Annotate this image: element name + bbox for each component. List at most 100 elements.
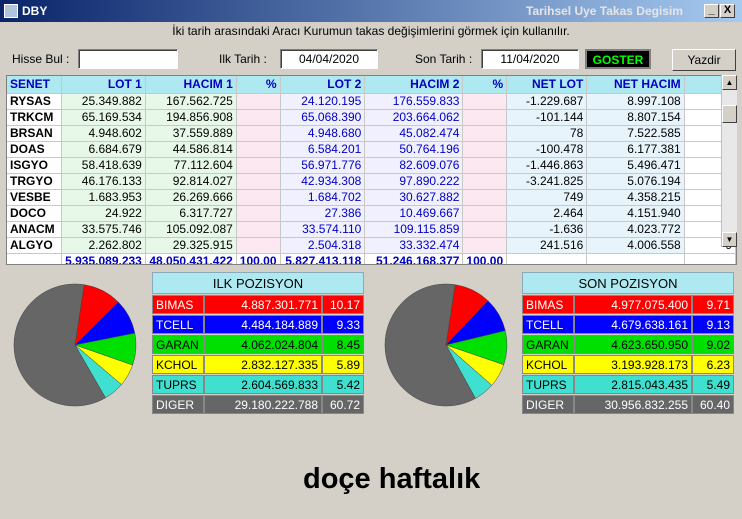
stock-name: TCELL (522, 315, 574, 334)
table-row[interactable]: DOAS 6.684.679 44.586.814 6.584.201 50.764.1… (7, 141, 736, 158)
stock-percent: 9.71 (692, 295, 734, 314)
total-cell: 5.935.089.233 (61, 253, 146, 264)
table-cell: 4.358.215 (586, 189, 685, 206)
stock-value: 2.604.569.833 (204, 375, 322, 394)
column-header[interactable]: LOT 2 (280, 76, 366, 94)
stock-value: 4.623.650.950 (574, 335, 692, 354)
minimize-button[interactable]: _ (704, 4, 719, 18)
son-pozisyon-row: GARAN 4.623.650.950 9.02 (522, 335, 734, 354)
table-cell: 58.418.639 (61, 157, 146, 174)
table-cell: 37.559.889 (145, 125, 237, 142)
table-cell: 4.151.940 (586, 205, 685, 222)
table-cell: VESBE (7, 189, 63, 206)
stock-value: 4.679.638.161 (574, 315, 692, 334)
title-bar[interactable]: DBY Tarihsel Uye Takas Degisim _ X (0, 0, 742, 22)
table-cell: 44.586.814 (145, 141, 237, 158)
stock-percent: 8.45 (322, 335, 364, 354)
caption-text: doçe haftalık (303, 463, 481, 495)
stock-name: TCELL (152, 315, 204, 334)
hisse-search-input[interactable] (78, 49, 178, 69)
table-cell: ISGYO (7, 157, 63, 174)
stock-percent: 60.40 (692, 395, 734, 414)
stock-value: 4.484.184.889 (204, 315, 322, 334)
table-cell: 65.068.390 (280, 109, 366, 126)
column-header[interactable]: % (462, 76, 508, 94)
table-row[interactable]: VESBE 1.683.953 26.269.666 1.684.702 30.627.… (7, 189, 736, 206)
ilk-pozisyon-pie-chart (13, 283, 137, 407)
stock-percent: 5.89 (322, 355, 364, 374)
table-row[interactable]: TRKCM 65.169.534 194.856.908 65.068.390 203.… (7, 109, 736, 126)
table-cell: 4.023.772 (586, 221, 685, 238)
table-cell: 2.504.318 (280, 237, 366, 254)
table-cell: 45.082.474 (364, 125, 464, 142)
table-cell: 4.006.558 (586, 237, 685, 254)
table-cell: 56.971.776 (280, 157, 366, 174)
table-cell: 105.092.087 (145, 221, 237, 238)
scroll-up-icon[interactable]: ▲ (722, 75, 737, 90)
table-cell (462, 237, 508, 254)
son-pozisyon-row: KCHOL 3.193.928.173 6.23 (522, 355, 734, 374)
column-header[interactable]: LOT 1 (61, 76, 146, 94)
table-row[interactable]: DOCO 24.922 6.317.727 27.386 10.469.667 2.464… (7, 205, 736, 222)
totals-row: 5.935.089.233 48.050.431.422 100,00 5.827.4… (7, 253, 736, 264)
table-cell (236, 125, 281, 142)
stock-value: 4.062.024.804 (204, 335, 322, 354)
scroll-down-icon[interactable]: ▼ (722, 232, 737, 247)
close-button[interactable]: X (720, 4, 735, 18)
ilk-pozisyon-row: GARAN 4.062.024.804 8.45 (152, 335, 364, 354)
stock-value: 2.832.127.335 (204, 355, 322, 374)
table-cell: DOCO (7, 205, 63, 222)
son-pozisyon-title: SON POZISYON (522, 272, 734, 294)
ilk-pozisyon-row: TUPRS 2.604.569.833 5.42 (152, 375, 364, 394)
column-header[interactable]: HACIM 2 (364, 76, 464, 94)
total-cell: 5.827.413.118 (280, 253, 366, 264)
table-cell: 4.948.680 (280, 125, 366, 142)
grid-scrollbar[interactable]: ▲ ▼ (721, 75, 737, 247)
table-cell: 24.120.195 (280, 93, 366, 110)
table-row[interactable]: TRGYO 46.176.133 92.814.027 42.934.308 97.89… (7, 173, 736, 190)
table-cell: 109.115.859 (364, 221, 464, 238)
table-cell: 5.076.194 (586, 173, 685, 190)
stock-percent: 60.72 (322, 395, 364, 414)
column-header[interactable]: NET LOT (506, 76, 588, 94)
son-tarih-input[interactable]: 11/04/2020 (481, 49, 579, 69)
column-header[interactable]: NET HACIM (586, 76, 685, 94)
table-cell: 65.169.534 (61, 109, 146, 126)
table-cell (462, 157, 508, 174)
table-cell: 42.934.308 (280, 173, 366, 190)
total-cell: 100,00 (236, 253, 281, 264)
table-cell (236, 141, 281, 158)
table-cell: DOAS (7, 141, 63, 158)
table-cell: 2.464 (506, 205, 588, 222)
stock-name: BIMAS (522, 295, 574, 314)
goster-button[interactable]: GOSTER (585, 49, 651, 69)
stock-value: 30.956.832.255 (574, 395, 692, 414)
column-header[interactable]: SENET (7, 76, 63, 94)
table-cell (236, 93, 281, 110)
table-cell (462, 189, 508, 206)
table-cell (236, 157, 281, 174)
window-subtitle: Tarihsel Uye Takas Degisim (526, 4, 683, 18)
table-row[interactable]: ISGYO 58.418.639 77.112.604 56.971.776 82.60… (7, 157, 736, 174)
stock-value: 4.977.075.400 (574, 295, 692, 314)
info-text: İki tarih arasındaki Aracı Kurumun takas… (172, 24, 570, 38)
table-cell: 26.269.666 (145, 189, 237, 206)
son-pozisyon-row: BIMAS 4.977.075.400 9.71 (522, 295, 734, 314)
table-row[interactable]: RYSAS 25.349.882 167.562.725 24.120.195 176.… (7, 93, 736, 110)
ilk-tarih-input[interactable]: 04/04/2020 (280, 49, 378, 69)
stock-value: 3.193.928.173 (574, 355, 692, 374)
yazdir-button[interactable]: Yazdir (672, 49, 736, 71)
column-header[interactable]: % (236, 76, 281, 94)
data-grid[interactable]: SENET LOT 1 HACIM 1% LOT 2 HACIM 2% NET LOT NE… (6, 75, 737, 265)
table-row[interactable]: BRSAN 4.948.602 37.559.889 4.948.680 45.082.… (7, 125, 736, 142)
column-header[interactable]: HACIM 1 (145, 76, 237, 94)
table-row[interactable]: ANACM 33.575.746 105.092.087 33.574.110 109.… (7, 221, 736, 238)
table-cell: 46.176.133 (61, 173, 146, 190)
table-cell: 167.562.725 (145, 93, 237, 110)
table-row[interactable]: ALGYO 2.262.802 29.325.915 2.504.318 33.332.… (7, 237, 736, 254)
scroll-thumb[interactable] (722, 105, 737, 123)
grid-table: SENET LOT 1 HACIM 1% LOT 2 HACIM 2% NET LOT NE… (7, 76, 736, 264)
table-cell: 29.325.915 (145, 237, 237, 254)
window-title: DBY (22, 4, 48, 18)
table-cell: ANACM (7, 221, 63, 238)
